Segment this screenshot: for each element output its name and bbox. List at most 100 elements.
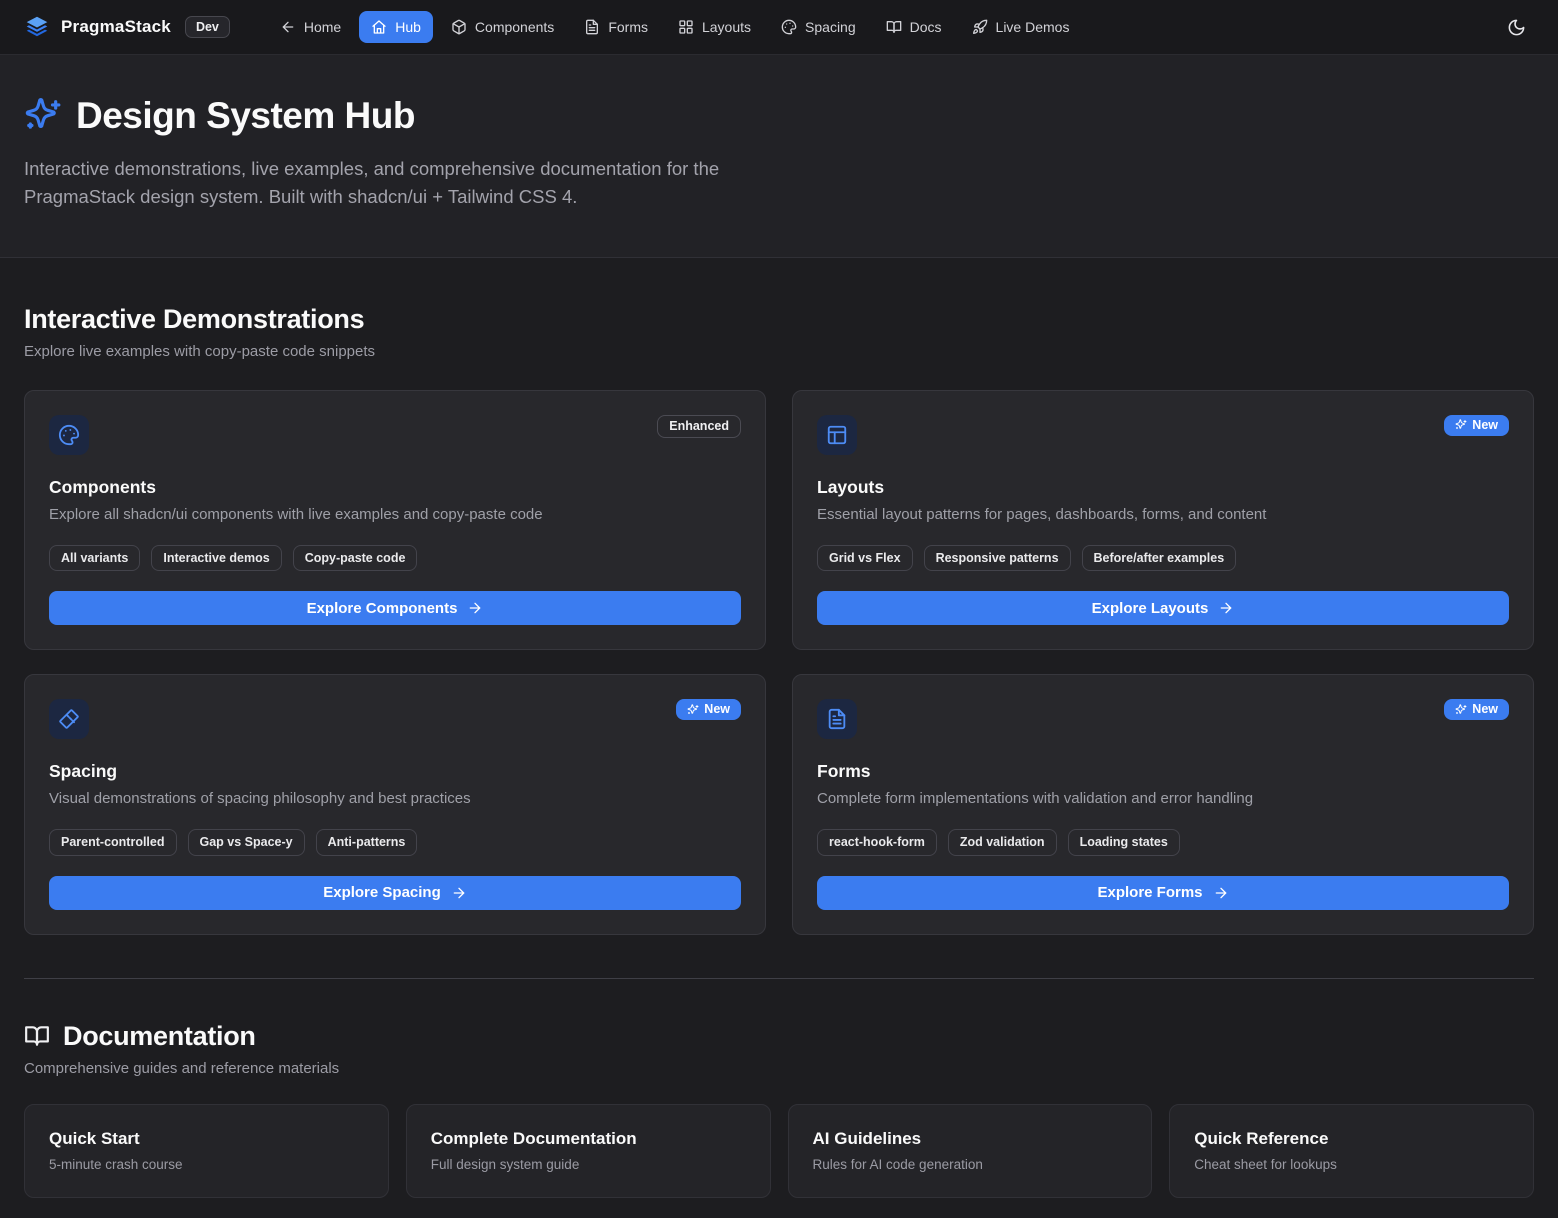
explore-layouts-button[interactable]: Explore Layouts	[817, 591, 1509, 625]
card-title: Layouts	[817, 477, 1509, 498]
nav-item-components[interactable]: Components	[439, 11, 566, 43]
complete-documentation-card[interactable]: Complete Documentation Full design syste…	[406, 1104, 771, 1198]
nav-label-spacing: Spacing	[805, 19, 856, 35]
top-navbar: PragmaStack Dev Home Hub Components Form…	[0, 0, 1558, 55]
nav-label-live-demos: Live Demos	[996, 19, 1070, 35]
dev-badge: Dev	[185, 16, 230, 38]
docs-section-title: Documentation	[63, 1021, 256, 1052]
card-title: Spacing	[49, 761, 741, 782]
button-label: Explore Spacing	[323, 884, 441, 901]
theme-toggle-button[interactable]	[1498, 9, 1534, 45]
demos-section-header: Interactive Demonstrations Explore live …	[24, 304, 1534, 360]
tag: Copy-paste code	[293, 545, 418, 571]
layout-grid-icon	[678, 19, 694, 35]
badge-label: New	[1472, 419, 1498, 432]
tag: Grid vs Flex	[817, 545, 913, 571]
sparkles-icon	[24, 97, 62, 135]
card-description: Visual demonstrations of spacing philoso…	[49, 790, 741, 807]
book-open-icon	[886, 19, 902, 35]
arrow-right-icon	[467, 600, 483, 616]
tag: react-hook-form	[817, 829, 937, 855]
demo-cards-grid: Enhanced Components Explore all shadcn/u…	[24, 390, 1534, 935]
doc-card-title: AI Guidelines	[813, 1129, 1128, 1149]
doc-card-description: Rules for AI code generation	[813, 1157, 1128, 1172]
arrow-right-icon	[451, 885, 467, 901]
house-icon	[371, 19, 387, 35]
card-tags: Grid vs Flex Responsive patterns Before/…	[817, 545, 1509, 571]
explore-forms-button[interactable]: Explore Forms	[817, 876, 1509, 910]
tag: All variants	[49, 545, 140, 571]
box-icon	[451, 19, 467, 35]
tag: Before/after examples	[1082, 545, 1237, 571]
card-description: Essential layout patterns for pages, das…	[817, 506, 1509, 523]
badge-label: Enhanced	[669, 420, 729, 433]
docs-section-header: Documentation Comprehensive guides and r…	[24, 1021, 1534, 1077]
nav-label-home: Home	[304, 19, 341, 35]
nav-item-home[interactable]: Home	[268, 11, 353, 43]
quick-start-card[interactable]: Quick Start 5-minute crash course	[24, 1104, 389, 1198]
palette-icon	[781, 19, 797, 35]
arrow-right-icon	[1213, 885, 1229, 901]
tag: Parent-controlled	[49, 829, 177, 855]
nav-label-docs: Docs	[910, 19, 942, 35]
tag: Loading states	[1068, 829, 1180, 855]
nav-item-hub[interactable]: Hub	[359, 11, 433, 43]
new-badge: New	[1444, 415, 1509, 436]
docs-cards-grid: Quick Start 5-minute crash course Comple…	[24, 1104, 1534, 1198]
card-title: Forms	[817, 761, 1509, 782]
layers-logo-icon	[24, 14, 50, 40]
quick-reference-card[interactable]: Quick Reference Cheat sheet for lookups	[1169, 1104, 1534, 1198]
brand-name: PragmaStack	[61, 17, 171, 37]
sparkles-icon	[1455, 704, 1467, 716]
new-badge: New	[1444, 699, 1509, 720]
main-content: Interactive Demonstrations Explore live …	[0, 304, 1558, 1198]
explore-components-button[interactable]: Explore Components	[49, 591, 741, 625]
demos-section-title: Interactive Demonstrations	[24, 304, 1534, 335]
nav-label-layouts: Layouts	[702, 19, 751, 35]
file-text-icon	[584, 19, 600, 35]
moon-icon	[1507, 18, 1526, 37]
tag: Anti-patterns	[316, 829, 418, 855]
explore-spacing-button[interactable]: Explore Spacing	[49, 876, 741, 910]
card-tags: All variants Interactive demos Copy-past…	[49, 545, 741, 571]
badge-label: New	[1472, 703, 1498, 716]
section-divider	[24, 978, 1534, 979]
doc-card-description: 5-minute crash course	[49, 1157, 364, 1172]
forms-icon-tile	[817, 699, 857, 739]
doc-card-title: Complete Documentation	[431, 1129, 746, 1149]
page-subtitle: Interactive demonstrations, live example…	[24, 155, 759, 211]
book-open-icon	[24, 1023, 50, 1049]
nav-label-hub: Hub	[395, 19, 421, 35]
doc-card-title: Quick Start	[49, 1129, 364, 1149]
nav-item-docs[interactable]: Docs	[874, 11, 954, 43]
palette-icon	[58, 424, 80, 446]
nav-label-forms: Forms	[608, 19, 648, 35]
nav-item-spacing[interactable]: Spacing	[769, 11, 868, 43]
hero-section: Design System Hub Interactive demonstrat…	[0, 55, 1558, 258]
demos-section-subtitle: Explore live examples with copy-paste co…	[24, 343, 1534, 360]
nav-item-forms[interactable]: Forms	[572, 11, 660, 43]
page-title: Design System Hub	[76, 95, 415, 137]
panel-top-icon	[826, 424, 848, 446]
tag: Gap vs Space-y	[188, 829, 305, 855]
brand[interactable]: PragmaStack Dev	[24, 14, 230, 40]
nav-item-live-demos[interactable]: Live Demos	[960, 11, 1082, 43]
docs-section-subtitle: Comprehensive guides and reference mater…	[24, 1060, 1534, 1077]
arrow-left-icon	[280, 19, 296, 35]
layouts-icon-tile	[817, 415, 857, 455]
ai-guidelines-card[interactable]: AI Guidelines Rules for AI code generati…	[788, 1104, 1153, 1198]
enhanced-badge: Enhanced	[657, 415, 741, 438]
main-nav: Home Hub Components Forms Layouts Spacin…	[268, 11, 1082, 43]
new-badge: New	[676, 699, 741, 720]
nav-item-layouts[interactable]: Layouts	[666, 11, 763, 43]
spacing-icon-tile	[49, 699, 89, 739]
sparkles-icon	[1455, 419, 1467, 431]
doc-card-title: Quick Reference	[1194, 1129, 1509, 1149]
nav-label-components: Components	[475, 19, 554, 35]
spacing-card: New Spacing Visual demonstrations of spa…	[24, 674, 766, 934]
tag: Interactive demos	[151, 545, 281, 571]
card-tags: react-hook-form Zod validation Loading s…	[817, 829, 1509, 855]
card-tags: Parent-controlled Gap vs Space-y Anti-pa…	[49, 829, 741, 855]
badge-label: New	[704, 703, 730, 716]
doc-card-description: Cheat sheet for lookups	[1194, 1157, 1509, 1172]
